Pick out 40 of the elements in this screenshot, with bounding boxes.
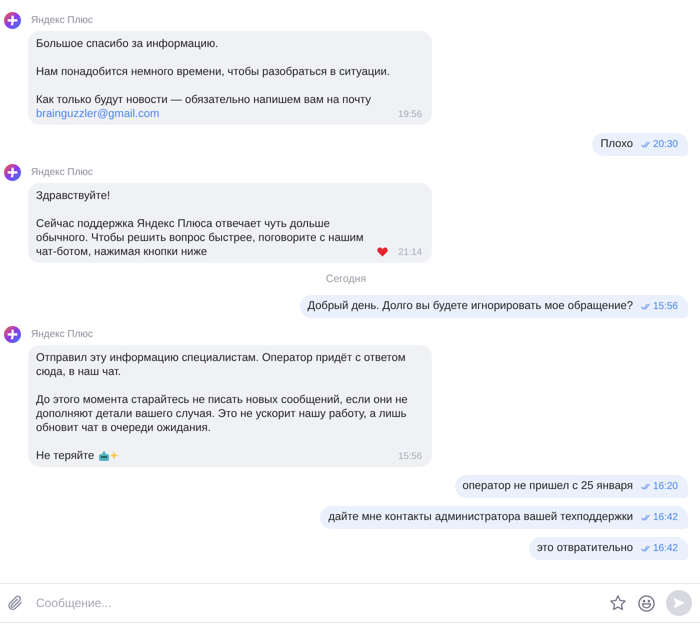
avatar-icon <box>4 326 21 343</box>
double-check-icon <box>640 303 651 310</box>
message-time: 19:56 <box>397 108 422 121</box>
message-text: Как только будут новости — обязательно напишем вам на почту brainguzzler@gmail.com <box>36 93 372 121</box>
heart-icon <box>377 247 388 257</box>
message-text: До этого момента старайтесь не писать новых сообщений, если они не дополняют детали вашего случая. Это не ускорит нашу работу, а лишь обновит чат в очереди ожидания. <box>36 393 409 435</box>
date-separator: Сегодня <box>326 273 366 285</box>
message-time: 21:14 <box>397 246 422 259</box>
robot-sparkle-icon <box>98 450 120 462</box>
message-text: Добрый день. Долго вы будете игнорировать мое обращение? <box>308 299 633 314</box>
message-text: это отвратительно <box>536 541 633 556</box>
email-link[interactable]: brainguzzler@gmail.com <box>36 108 160 120</box>
sender-name: Яндекс Плюс <box>30 14 94 28</box>
double-check-icon <box>640 514 651 521</box>
message-text: оператор не пришел с 25 января <box>462 479 633 494</box>
double-check-icon <box>640 483 651 490</box>
double-check-icon <box>640 141 651 148</box>
message-text: Не теряйте <box>36 449 94 463</box>
attach-icon[interactable] <box>6 594 24 612</box>
message-time: 16:20 <box>652 480 678 494</box>
sender-name: Яндекс Плюс <box>30 328 94 342</box>
message-time: 15:56 <box>652 300 678 314</box>
message-time: 20:30 <box>652 138 678 152</box>
message-text: дайте мне контакты администратора вашей техподдержки <box>328 510 633 525</box>
message-time: 16:42 <box>652 511 678 525</box>
message-text: Плохо <box>600 137 633 152</box>
send-icon <box>672 596 686 610</box>
message-time: 16:42 <box>652 542 678 556</box>
message-text: Здравствуйте! <box>36 189 110 203</box>
emoji-icon[interactable] <box>637 594 656 612</box>
message-text: Отправил эту информацию специалистам. Оператор придёт с ответом сюда, в наш чат. <box>36 351 407 379</box>
double-check-icon <box>640 545 651 552</box>
star-icon[interactable] <box>609 594 627 612</box>
message-time: 15:56 <box>397 450 422 463</box>
avatar-icon <box>4 164 21 181</box>
avatar-icon <box>4 12 21 29</box>
sender-name: Яндекс Плюс <box>30 166 94 180</box>
message-text: Сейчас поддержка Яндекс Плюса отвечает чуть дольше обычного. Чтобы решить вопрос быстрее, поговорите с нашим чат-ботом, нажимая кнопки ниже <box>36 217 365 259</box>
message-text: Большое спасибо за информацию. <box>36 37 218 51</box>
message-text: Нам понадобится немного времени, чтобы разобраться в ситуации. <box>36 65 390 79</box>
